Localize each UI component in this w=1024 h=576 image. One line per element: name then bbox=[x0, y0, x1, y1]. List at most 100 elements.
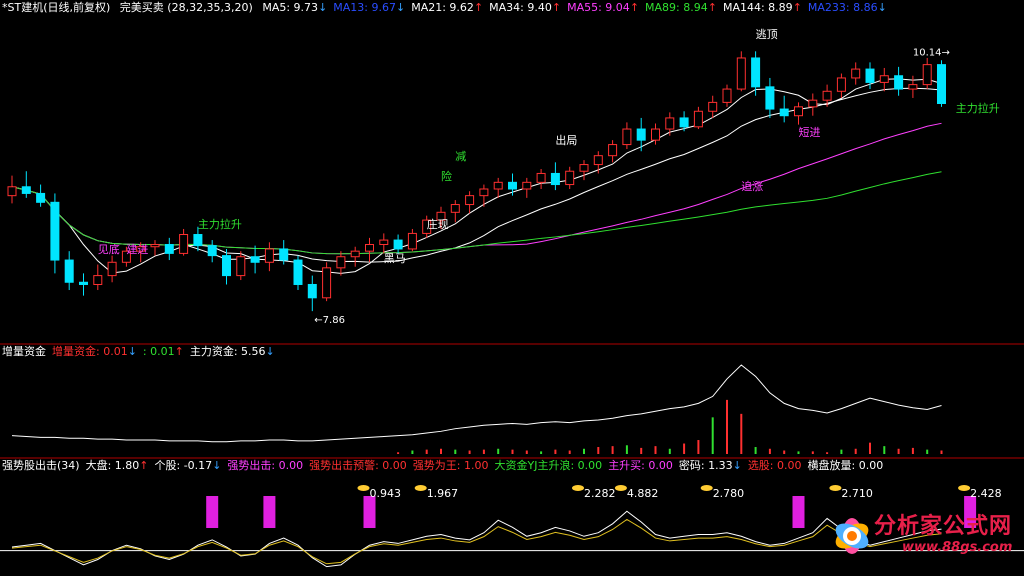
stock-chart-canvas[interactable]: 主力拉升见底 建进黑马庄现减险出局逃顶短进追涨主力拉升←7.8610.14→0.9… bbox=[0, 0, 1024, 576]
strength-legend-item-text: 强势股出击(34) bbox=[2, 459, 80, 472]
ma-legend-item: MA55: 9.04↑ bbox=[567, 1, 639, 14]
ma-legend-item-arrow: ↓ bbox=[318, 1, 328, 14]
fund-legend-item-text: 增量资金: 0.01 bbox=[52, 345, 128, 358]
candle-body bbox=[894, 75, 904, 90]
site-watermark: 分析家公式网 www.88gs.com bbox=[818, 496, 1018, 572]
ma-legend-item-text: MA5: 9.73 bbox=[262, 1, 319, 14]
ma-legend-item-text: MA144: 8.89 bbox=[722, 1, 793, 14]
fund-bar bbox=[668, 448, 671, 454]
fund-bar bbox=[926, 449, 929, 454]
fund-bar bbox=[854, 448, 857, 454]
strength-legend-item-text: 强势出击: 0.00 bbox=[227, 459, 304, 472]
fund-bar bbox=[783, 450, 786, 454]
peak-label: 4.882 bbox=[627, 487, 659, 500]
high-price-label: 10.14→ bbox=[913, 47, 950, 58]
candle-body bbox=[836, 77, 846, 92]
candle-body bbox=[622, 128, 632, 146]
ma-legend-item-arrow: ↓ bbox=[396, 1, 406, 14]
strength-legend-item-text: 强势出击预警: 0.00 bbox=[309, 459, 407, 472]
strength-bar bbox=[206, 496, 219, 528]
strength-legend-item-text: 主升买: 0.00 bbox=[608, 459, 673, 472]
candle-body bbox=[21, 186, 31, 194]
candle-body bbox=[679, 117, 689, 128]
strength-bar bbox=[792, 496, 805, 528]
fund-bar bbox=[754, 447, 757, 454]
candle-body bbox=[79, 281, 88, 285]
ma-legend-item-text: MA233: 8.86 bbox=[807, 1, 878, 14]
fund-bar bbox=[554, 449, 557, 454]
candle-body bbox=[293, 259, 303, 285]
strength-legend-item: 个股: -0.17↓ bbox=[155, 459, 222, 472]
gold-ingot-icon bbox=[614, 485, 627, 491]
ma-legend-item: MA21: 9.62↑ bbox=[411, 1, 483, 14]
ma-legend-item: MA144: 8.89↑ bbox=[723, 1, 802, 14]
price-panel-header: *ST建机(日线,前复权) 完美买卖 (28,32,35,3,20) MA5: … bbox=[2, 0, 899, 16]
chart-annotation: 主力拉升 bbox=[956, 101, 1000, 115]
strength-panel-header: 强势股出击(34) 大盘: 1.80↑ 个股: -0.17↓ 强势出击: 0.00 强势… bbox=[2, 458, 889, 474]
candle-body bbox=[693, 110, 703, 128]
fund-bar bbox=[768, 448, 771, 454]
candle-body bbox=[336, 256, 346, 269]
strength-legend-item-text: 横盘放量: 0.00 bbox=[807, 459, 884, 472]
chart-annotation: 主力拉升 bbox=[198, 217, 242, 231]
candle-body bbox=[407, 232, 417, 250]
chart-annotation: 减 bbox=[455, 150, 466, 163]
chart-annotation: 追涨 bbox=[741, 179, 763, 193]
candle-body bbox=[179, 234, 189, 254]
fund-bar bbox=[525, 450, 528, 454]
fund-legend-item-arrow: ↓ bbox=[127, 345, 137, 358]
fund-bar bbox=[425, 449, 428, 454]
fund-bar bbox=[611, 446, 614, 454]
candle-body bbox=[479, 188, 489, 197]
fund-legend-item-arrow: ↑ bbox=[174, 345, 184, 358]
candle-body bbox=[736, 57, 746, 90]
chart-annotation: 短进 bbox=[799, 125, 821, 139]
fund-bar bbox=[740, 413, 743, 454]
gold-ingot-icon bbox=[958, 485, 971, 491]
strength-bar bbox=[363, 496, 376, 528]
ma-legend-item-text: MA55: 9.04 bbox=[567, 1, 630, 14]
candle-body bbox=[150, 244, 160, 248]
candle-body bbox=[937, 64, 946, 104]
fund-legend-item: 增量资金 bbox=[2, 345, 46, 358]
fund-bar bbox=[840, 449, 843, 454]
chart-annotation: 建进 bbox=[126, 242, 148, 256]
chart-annotation: 出局 bbox=[555, 133, 577, 147]
candle-body bbox=[50, 201, 60, 261]
indicator-params: (28,32,35,3,20) bbox=[167, 1, 253, 14]
fund-bar bbox=[811, 451, 814, 454]
strength-legend-item: 大盘: 1.80↑ bbox=[86, 459, 149, 472]
fund-legend-item: 主力资金: 5.56↓ bbox=[190, 345, 275, 358]
ma-legend-item-arrow: ↑ bbox=[551, 1, 562, 14]
fund-bar bbox=[568, 450, 571, 454]
candle-body bbox=[550, 172, 560, 186]
candle-body bbox=[636, 128, 646, 141]
candle-body bbox=[508, 181, 517, 190]
fund-bar bbox=[597, 447, 600, 454]
candle-body bbox=[708, 101, 718, 112]
ma-legend-item: MA13: 9.67↓ bbox=[333, 1, 405, 14]
candle-body bbox=[279, 248, 289, 261]
candle-body bbox=[765, 86, 775, 110]
candle-body bbox=[64, 259, 74, 283]
candle-body bbox=[365, 244, 374, 252]
fund-bar bbox=[482, 449, 485, 454]
fund-panel-header: 增量资金 增量资金: 0.01↓: 0.01↑ 主力资金: 5.56↓ bbox=[2, 344, 281, 360]
strength-legend-item: 选股: 0.00 bbox=[748, 459, 802, 472]
chart-annotation: 险 bbox=[441, 169, 452, 183]
fund-bar bbox=[640, 447, 643, 454]
strength-legend-item-text: 选股: 0.00 bbox=[747, 459, 802, 472]
strength-legend-item-text: 大盘: 1.80 bbox=[85, 459, 140, 472]
fund-bar bbox=[683, 443, 686, 454]
ma-legend-item-text: MA89: 8.94 bbox=[645, 1, 708, 14]
candle-body bbox=[665, 117, 675, 130]
candle-body bbox=[579, 164, 589, 172]
candle-body bbox=[593, 155, 603, 166]
fund-bar bbox=[883, 446, 886, 454]
ma-legend-item: MA89: 8.94↑ bbox=[645, 1, 717, 14]
candle-body bbox=[522, 181, 532, 190]
fund-bar bbox=[697, 440, 700, 454]
ma-legend-item-text: MA34: 9.40 bbox=[489, 1, 552, 14]
gold-ingot-icon bbox=[700, 485, 713, 491]
gold-ingot-icon bbox=[572, 485, 584, 491]
